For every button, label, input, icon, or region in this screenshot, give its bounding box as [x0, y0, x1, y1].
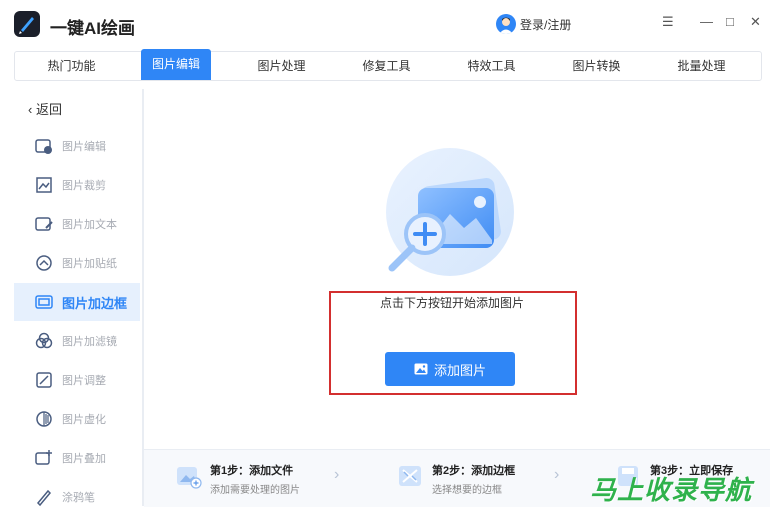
add-image-label: 添加图片: [433, 362, 486, 378]
avatar: [496, 14, 516, 34]
watermark: 马上收录导航: [590, 475, 753, 505]
sidebar-item-label: 图片加文本: [62, 219, 117, 231]
step-desc: 选择想要的边框: [432, 485, 502, 496]
image-edit-icon: [35, 139, 52, 154]
step-desc: 添加需要处理的图片: [210, 485, 300, 496]
tab-image-process[interactable]: 图片处理: [229, 52, 334, 80]
sidebar-item-image-edit[interactable]: 图片编辑: [14, 127, 140, 165]
text-icon: [35, 217, 53, 231]
app-logo-icon: [14, 11, 40, 37]
sidebar-item-label: 图片加贴纸: [62, 258, 117, 270]
title-bar: 一键AI绘画 登录/注册 ☰ — □ ✕: [0, 0, 770, 48]
frame-icon: [35, 295, 53, 309]
sidebar-item-brush[interactable]: 涂鸦笔: [14, 478, 140, 516]
add-image-button[interactable]: 添加图片: [385, 352, 515, 386]
blur-icon: [36, 411, 52, 427]
sidebar-item-label: 图片编辑: [62, 141, 106, 153]
adjust-icon: [36, 372, 52, 388]
sidebar-item-label: 图片加边框: [62, 295, 128, 311]
maximize-icon[interactable]: □: [726, 14, 734, 29]
add-frame-icon: [399, 466, 421, 486]
sidebar-item-blur[interactable]: 图片虚化: [14, 400, 140, 438]
sidebar-item-label: 涂鸦笔: [62, 492, 95, 504]
sidebar-item-sticker[interactable]: 图片加贴纸: [14, 244, 140, 282]
minimize-icon[interactable]: —: [700, 14, 713, 29]
back-button[interactable]: ‹ 返回: [28, 99, 62, 118]
brush-icon: [36, 489, 52, 507]
chevron-right-icon: ›: [334, 466, 340, 483]
chevron-left-icon: ‹: [28, 102, 33, 117]
tab-hot-features[interactable]: 热门功能: [19, 52, 124, 80]
add-file-icon: [177, 467, 202, 489]
filter-icon: [35, 332, 53, 349]
login-label: 登录/注册: [520, 17, 572, 32]
menu-icon[interactable]: ☰: [662, 14, 674, 30]
tab-repair-tools[interactable]: 修复工具: [334, 52, 439, 80]
sidebar: ‹ 返回 图片编辑 图片裁剪 图片加文本 图片加贴纸 图片加边框 图片加滤镜 图…: [14, 89, 140, 507]
login-button[interactable]: 登录/注册: [496, 14, 571, 34]
tab-bar: 热门功能 图片编辑 图片处理 修复工具 特效工具 图片转换 批量处理: [14, 49, 762, 81]
sidebar-item-adjust[interactable]: 图片调整: [14, 361, 140, 399]
step-1: 第1步：添加文件 添加需要处理的图片: [174, 462, 300, 496]
prompt-text: 点击下方按钮开始添加图片: [380, 296, 525, 310]
sidebar-item-label: 图片裁剪: [62, 180, 106, 192]
add-image-illustration-icon: [386, 148, 514, 276]
crop-icon: [36, 177, 52, 193]
tab-effect-tools[interactable]: 特效工具: [439, 52, 544, 80]
tab-batch-process[interactable]: 批量处理: [649, 52, 754, 80]
sidebar-item-overlay[interactable]: 图片叠加: [14, 439, 140, 477]
sidebar-item-filter[interactable]: 图片加滤镜: [14, 322, 140, 360]
image-icon: [414, 363, 428, 375]
sidebar-item-label: 图片叠加: [62, 453, 106, 465]
sidebar-item-text[interactable]: 图片加文本: [14, 205, 140, 243]
sidebar-item-label: 图片加滤镜: [62, 336, 117, 348]
back-label: 返回: [35, 102, 62, 117]
sidebar-item-crop[interactable]: 图片裁剪: [14, 166, 140, 204]
tab-image-convert[interactable]: 图片转换: [544, 52, 649, 80]
step-2: 第2步：添加边框 选择想要的边框: [396, 462, 515, 496]
step-title: 第1步：添加文件: [210, 465, 294, 477]
sticker-icon: [36, 255, 52, 271]
sidebar-item-label: 图片调整: [62, 375, 106, 387]
sidebar-item-label: 图片虚化: [62, 414, 106, 426]
app-title: 一键AI绘画: [50, 19, 135, 38]
close-icon[interactable]: ✕: [750, 14, 761, 30]
chevron-right-icon: ›: [554, 466, 560, 483]
overlay-icon: [35, 450, 52, 465]
tab-image-edit[interactable]: 图片编辑: [141, 49, 211, 80]
sidebar-item-frame[interactable]: 图片加边框: [14, 283, 140, 321]
step-title: 第2步：添加边框: [432, 465, 516, 477]
